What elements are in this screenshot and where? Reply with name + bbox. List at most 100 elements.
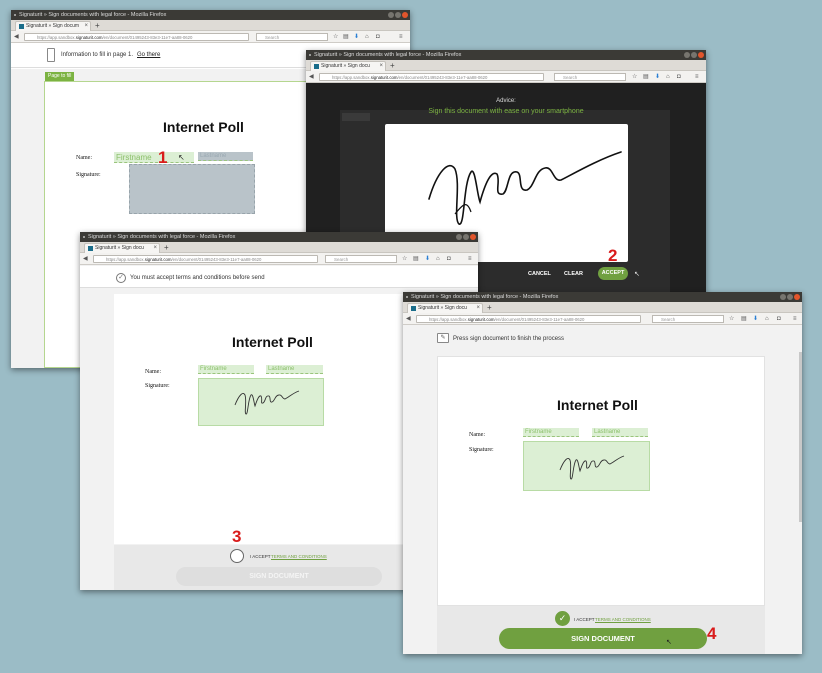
home-icon[interactable]: ⌂ xyxy=(365,33,369,41)
name-label: Name: xyxy=(469,432,485,438)
new-tab-button[interactable]: + xyxy=(390,60,395,71)
favicon-icon xyxy=(19,24,24,29)
terms-link[interactable]: TERMS AND CONDITIONS xyxy=(595,617,651,622)
download-icon[interactable]: ⬇ xyxy=(655,73,660,81)
lastname-field[interactable]: Lastname xyxy=(266,365,323,374)
pocket-icon[interactable]: ◘ xyxy=(376,33,380,41)
notice-bar: ✓ You must accept terms and conditions b… xyxy=(80,266,478,288)
tab-bar: Signaturit » Sign docu × + xyxy=(80,242,478,253)
pocket-icon[interactable]: ◘ xyxy=(677,73,681,81)
close-tab-icon[interactable]: × xyxy=(476,304,480,313)
minimize-button[interactable] xyxy=(388,12,394,18)
firstname-field[interactable]: Firstname xyxy=(198,365,254,374)
close-button[interactable] xyxy=(698,52,704,58)
signature-field[interactable] xyxy=(198,378,324,426)
doc-title: Internet Poll xyxy=(232,334,313,350)
browser-tab[interactable]: Signaturit » Sign docu × xyxy=(310,61,386,71)
maximize-button[interactable] xyxy=(463,234,469,240)
signature-image xyxy=(234,390,300,415)
menu-icon[interactable]: ≡ xyxy=(793,315,797,323)
phone-icon xyxy=(47,48,55,62)
url-bar[interactable]: https://app.sandbox.signaturit.com/en/do… xyxy=(24,33,249,41)
browser-tab[interactable]: Signaturit » Sign docum × xyxy=(15,21,91,31)
advice-link[interactable]: Sign this document with ease on your sma… xyxy=(306,108,706,115)
close-tab-icon[interactable]: × xyxy=(84,22,88,31)
browser-tab[interactable]: Signaturit » Sign docu × xyxy=(407,303,483,313)
bookmark-star-icon[interactable]: ☆ xyxy=(333,33,338,41)
pocket-icon[interactable]: ◘ xyxy=(447,255,451,263)
browser-tab[interactable]: Signaturit » Sign docu × xyxy=(84,243,160,253)
page-to-fill-tag: Page to fill xyxy=(45,72,75,81)
step-marker-2: 2 xyxy=(608,246,618,265)
menu-icon[interactable]: ≡ xyxy=(399,33,403,41)
new-tab-button[interactable]: + xyxy=(164,242,169,253)
lastname-field[interactable]: Lastname xyxy=(198,152,253,161)
url-bar[interactable]: https://app.sandbox.signaturit.com/en/do… xyxy=(93,255,318,263)
mouse-cursor-icon: ↖ xyxy=(178,153,185,162)
maximize-button[interactable] xyxy=(691,52,697,58)
maximize-button[interactable] xyxy=(395,12,401,18)
clear-button[interactable]: CLEAR xyxy=(564,271,583,277)
minimize-button[interactable] xyxy=(780,294,786,300)
accept-terms-checkbox[interactable] xyxy=(230,549,244,563)
download-icon[interactable]: ⬇ xyxy=(354,33,359,41)
mouse-cursor-icon: ↖ xyxy=(666,639,672,646)
reader-icon[interactable]: ▤ xyxy=(643,73,649,81)
nav-bar: ◀ https://app.sandbox.signaturit.com/en/… xyxy=(306,71,706,83)
reader-icon[interactable]: ▤ xyxy=(413,255,419,263)
search-input[interactable]: Search xyxy=(256,33,328,41)
menu-icon[interactable]: ≡ xyxy=(468,255,472,263)
nav-bar: ◀ https://app.sandbox.signaturit.com/en/… xyxy=(11,31,410,43)
accept-button[interactable]: ACCEPT xyxy=(598,267,628,280)
firstname-field[interactable]: Firstname xyxy=(523,428,579,437)
search-input[interactable]: Search xyxy=(554,73,626,81)
name-label: Name: xyxy=(76,155,92,161)
back-icon[interactable]: ◀ xyxy=(309,73,314,81)
scrollbar[interactable] xyxy=(799,352,802,522)
notice-bar: ✎ Press sign document to finish the proc… xyxy=(403,326,802,350)
home-icon[interactable]: ⌂ xyxy=(666,73,670,81)
cancel-button[interactable]: CANCEL xyxy=(528,271,551,277)
accept-terms-checkbox[interactable]: ✓ xyxy=(555,611,570,626)
name-label: Name: xyxy=(145,369,161,375)
minimize-button[interactable] xyxy=(456,234,462,240)
reader-icon[interactable]: ▤ xyxy=(343,33,349,41)
back-icon[interactable]: ◀ xyxy=(83,255,88,263)
reader-icon[interactable]: ▤ xyxy=(741,315,747,323)
home-icon[interactable]: ⌂ xyxy=(436,255,440,263)
close-tab-icon[interactable]: × xyxy=(379,62,383,71)
menu-icon[interactable]: ≡ xyxy=(695,73,699,81)
new-tab-button[interactable]: + xyxy=(487,302,492,313)
pocket-icon[interactable]: ◘ xyxy=(777,315,781,323)
nav-bar: ◀ https://app.sandbox.signaturit.com/en/… xyxy=(403,313,802,325)
new-tab-button[interactable]: + xyxy=(95,20,100,31)
title-bar: Signaturit » Sign documents with legal f… xyxy=(403,292,802,302)
sign-document-button[interactable]: SIGN DOCUMENT xyxy=(499,628,707,649)
close-button[interactable] xyxy=(402,12,408,18)
back-icon[interactable]: ◀ xyxy=(406,315,411,323)
lastname-field[interactable]: Lastname xyxy=(592,428,648,437)
close-tab-icon[interactable]: × xyxy=(153,244,157,253)
doc-title: Internet Poll xyxy=(557,397,638,413)
bookmark-star-icon[interactable]: ☆ xyxy=(729,315,734,323)
signature-field[interactable] xyxy=(523,441,650,491)
bookmark-star-icon[interactable]: ☆ xyxy=(402,255,407,263)
accept-label: I ACCEPT xyxy=(250,554,271,559)
go-there-link[interactable]: Go there xyxy=(137,52,160,58)
url-bar[interactable]: https://app.sandbox.signaturit.com/en/do… xyxy=(319,73,544,81)
sign-document-button[interactable]: SIGN DOCUMENT xyxy=(176,567,382,586)
download-icon[interactable]: ⬇ xyxy=(425,255,430,263)
url-bar[interactable]: https://app.sandbox.signaturit.com/en/do… xyxy=(416,315,641,323)
search-input[interactable]: Search xyxy=(325,255,397,263)
back-icon[interactable]: ◀ xyxy=(14,33,19,41)
home-icon[interactable]: ⌂ xyxy=(765,315,769,323)
close-button[interactable] xyxy=(470,234,476,240)
download-icon[interactable]: ⬇ xyxy=(753,315,758,323)
bookmark-star-icon[interactable]: ☆ xyxy=(632,73,637,81)
signature-field[interactable] xyxy=(129,164,255,214)
terms-link[interactable]: TERMS AND CONDITIONS xyxy=(271,554,327,559)
search-input[interactable]: Search xyxy=(652,315,724,323)
close-button[interactable] xyxy=(794,294,800,300)
maximize-button[interactable] xyxy=(787,294,793,300)
minimize-button[interactable] xyxy=(684,52,690,58)
